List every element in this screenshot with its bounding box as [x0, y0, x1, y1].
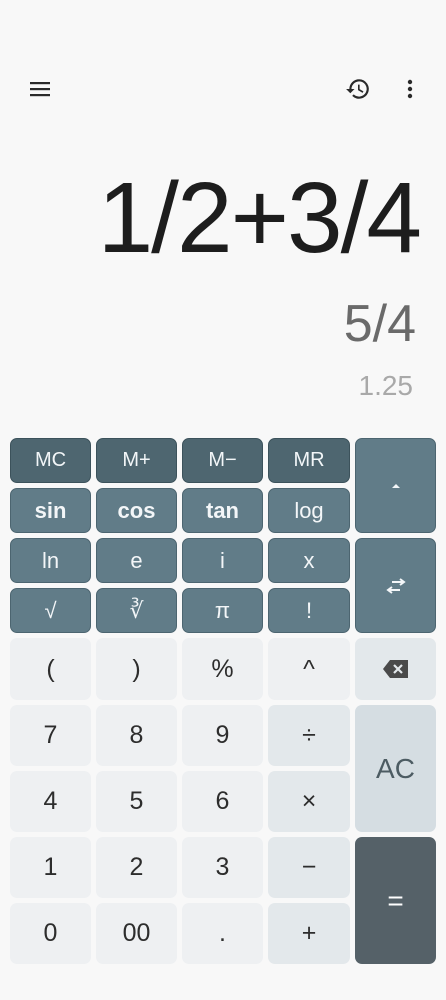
- minus-button[interactable]: −: [268, 837, 350, 898]
- history-icon: [346, 79, 369, 99]
- more-vert-icon: [407, 79, 413, 99]
- digit-2-button[interactable]: 2: [96, 837, 177, 898]
- digit-5-button[interactable]: 5: [96, 771, 177, 832]
- m-minus-button[interactable]: M−: [182, 438, 263, 483]
- backspace-icon: [382, 660, 408, 678]
- factorial-button[interactable]: !: [268, 588, 350, 633]
- double-zero-button[interactable]: 00: [96, 903, 177, 964]
- backspace-button[interactable]: [355, 638, 436, 700]
- decimal-result-display: 1.25: [358, 370, 414, 401]
- mc-button[interactable]: MC: [10, 438, 91, 483]
- digit-3-button[interactable]: 3: [182, 837, 263, 898]
- x-button[interactable]: x: [268, 538, 350, 583]
- i-button[interactable]: i: [182, 538, 263, 583]
- expression-display: 1/2+3/4: [97, 162, 422, 274]
- digit-8-button[interactable]: 8: [96, 705, 177, 766]
- log-button[interactable]: log: [268, 488, 350, 533]
- swap-arrows-icon: [385, 577, 406, 594]
- left-paren-button[interactable]: (: [10, 638, 91, 700]
- swap-button[interactable]: [355, 538, 436, 633]
- history-button[interactable]: [338, 69, 378, 109]
- pi-button[interactable]: π: [182, 588, 263, 633]
- cube-root-button[interactable]: ∛: [96, 588, 177, 633]
- more-options-button[interactable]: [390, 69, 430, 109]
- all-clear-button[interactable]: AC: [355, 705, 436, 832]
- menu-button[interactable]: [20, 69, 60, 109]
- digit-6-button[interactable]: 6: [182, 771, 263, 832]
- decimal-point-button[interactable]: .: [182, 903, 263, 964]
- hamburger-menu-icon: [30, 82, 50, 97]
- caret-up-icon: [391, 483, 400, 488]
- digit-4-button[interactable]: 4: [10, 771, 91, 832]
- result-display: 5/4: [343, 295, 416, 353]
- sin-button[interactable]: sin: [10, 488, 91, 533]
- sqrt-button[interactable]: √: [10, 588, 91, 633]
- mr-button[interactable]: MR: [268, 438, 350, 483]
- m-plus-button[interactable]: M+: [96, 438, 177, 483]
- e-button[interactable]: e: [96, 538, 177, 583]
- equals-button[interactable]: =: [355, 837, 436, 964]
- right-paren-button[interactable]: ): [96, 638, 177, 700]
- tan-button[interactable]: tan: [182, 488, 263, 533]
- digit-0-button[interactable]: 0: [10, 903, 91, 964]
- digit-9-button[interactable]: 9: [182, 705, 263, 766]
- ln-button[interactable]: ln: [10, 538, 91, 583]
- plus-button[interactable]: +: [268, 903, 350, 964]
- divide-button[interactable]: ÷: [268, 705, 350, 766]
- digit-7-button[interactable]: 7: [10, 705, 91, 766]
- cos-button[interactable]: cos: [96, 488, 177, 533]
- digit-1-button[interactable]: 1: [10, 837, 91, 898]
- power-button[interactable]: ^: [268, 638, 350, 700]
- percent-button[interactable]: %: [182, 638, 263, 700]
- multiply-button[interactable]: ×: [268, 771, 350, 832]
- collapse-button[interactable]: [355, 438, 436, 533]
